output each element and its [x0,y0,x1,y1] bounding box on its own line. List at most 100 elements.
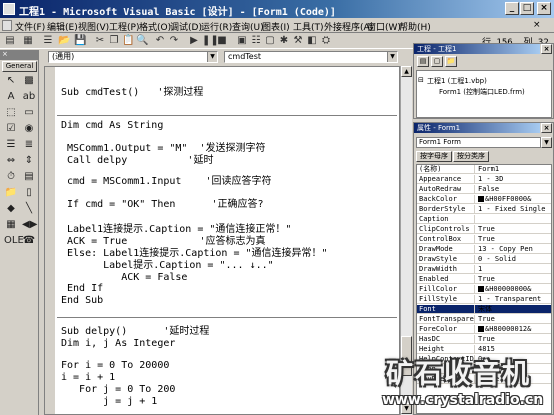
combobox-tool-icon[interactable]: ☰ [4,138,18,152]
drivelistbox-tool-icon[interactable]: ▤ [22,170,36,184]
property-value[interactable]: True [478,315,550,324]
property-row[interactable]: Appearance 1 - 3D [417,175,551,184]
menu-tools[interactable]: 工具(T) [293,20,324,33]
property-value[interactable]: &H00FF0000& [478,195,550,204]
optionbutton-tool-icon[interactable]: ◉ [22,122,36,136]
filelistbox-tool-icon[interactable]: ▯ [22,186,36,200]
tab-categorized[interactable]: 按分类序 [453,151,489,162]
cut-icon[interactable]: ✂ [94,35,106,47]
property-row[interactable]: DrawWidth 1 [417,265,551,274]
property-row[interactable]: FontTransparentTrue [417,315,551,324]
add-form-icon[interactable]: ▦ [22,35,34,47]
chevron-down-icon[interactable]: ▼ [387,52,397,62]
listbox-tool-icon[interactable]: ≣ [22,138,36,152]
vscrollbar-tool-icon[interactable]: ⇕ [22,154,36,168]
property-value[interactable]: Form1 [478,165,550,174]
save-icon[interactable]: 💾 [74,35,86,47]
menu-view[interactable]: 视图(V) [78,20,109,33]
picturebox-tool-icon[interactable]: ▩ [22,74,36,88]
property-row[interactable]: HasDC True [417,335,551,344]
menu-query[interactable]: 查询(U) [232,20,264,33]
property-value[interactable]: 1 - Fixed Single [478,205,550,214]
scroll-up-icon[interactable]: ▲ [401,66,412,77]
object-selector[interactable]: Form1 Form [416,137,541,148]
menu-run[interactable]: 运行(R) [201,20,232,33]
close-icon[interactable]: × [541,123,552,133]
toggle-folders-icon[interactable]: 📁 [445,56,457,67]
chevron-down-icon[interactable]: ▼ [207,52,217,62]
menu-diagram[interactable]: 图表(I) [262,20,290,33]
tree-collapse-icon[interactable]: ⊟ [418,76,424,84]
property-value[interactable]: True [478,275,550,284]
view-code-icon[interactable]: ▤ [417,56,429,67]
break-icon[interactable]: ❚❚ [202,35,219,47]
menu-editor-icon[interactable]: ☰ [42,35,54,47]
frame-tool-icon[interactable]: ⬚ [4,106,18,120]
toolbox-icon[interactable]: ⚒ [292,35,304,47]
property-row[interactable]: DrawStyle 0 - Solid [417,255,551,264]
menu-format[interactable]: 格式(O) [139,20,171,33]
property-row[interactable]: DrawMode 13 - Copy Pen [417,245,551,254]
textbox-tool-icon[interactable]: ab [22,90,36,104]
object-browser-icon[interactable]: ✱ [278,35,290,47]
object-combo[interactable]: (通用) ▼ [48,51,218,63]
code-editor[interactable]: Sub cmdTest() '探测过程 Dim cmd As String MSC… [44,66,400,415]
line-tool-icon[interactable]: ╲ [22,202,36,216]
view-object-icon[interactable]: ▢ [431,56,443,67]
property-value[interactable]: 1 [478,265,550,274]
minimize-button[interactable]: _ [505,2,519,15]
property-row[interactable]: Enabled True [417,275,551,284]
property-row[interactable]: BorderStyle 1 - Fixed Single [417,205,551,214]
stop-icon[interactable]: ■ [216,35,228,47]
add-project-icon[interactable]: ▤ [4,35,16,47]
property-row[interactable]: AutoRedraw False [417,185,551,194]
dirlistbox-tool-icon[interactable]: 📁 [4,186,18,200]
image-tool-icon[interactable]: ▦ [4,218,18,232]
property-row[interactable]: ForeColor &H80000012& [417,325,551,334]
property-row[interactable]: Caption [417,215,551,224]
property-row[interactable]: BackColor &H00FF0000& [417,195,551,204]
property-row[interactable]: FillColor &H00000000& [417,285,551,294]
property-value[interactable]: 13 - Copy Pen [478,245,550,254]
property-value[interactable]: True [478,225,550,234]
property-row[interactable]: (名称) Form1 [417,165,551,174]
property-value[interactable]: False [478,185,550,194]
procedure-combo[interactable]: cmdTest ▼ [224,51,398,63]
menu-window[interactable]: 窗口(W) [367,20,401,33]
menu-addins[interactable]: 外接程序(A) [324,20,373,33]
property-value[interactable]: 1 - 3D [478,175,550,184]
property-row[interactable]: ClipControls True [417,225,551,234]
menu-edit[interactable]: 编辑(E) [47,20,78,33]
tab-alphabetic[interactable]: 按字母序 [416,151,452,162]
paste-icon[interactable]: 📋 [122,35,134,47]
property-value[interactable]: &H80000012& [478,325,550,334]
menu-close-icon[interactable]: × [533,20,541,30]
form-icon[interactable] [2,20,12,31]
property-value[interactable]: 宋体 [478,305,550,314]
maximize-button[interactable]: □ [520,2,534,15]
property-value[interactable]: &H00000000& [478,285,550,294]
menu-debug[interactable]: 调试(D) [170,20,202,33]
close-button[interactable]: × [537,2,551,15]
run-icon[interactable]: ▶ [188,35,200,47]
close-icon[interactable]: × [541,44,552,54]
property-value[interactable]: True [478,335,550,344]
property-value[interactable]: 1 - Transparent [478,295,550,304]
data-view-icon[interactable]: ◧ [306,35,318,47]
component-manager-icon[interactable]: ⛭ [320,35,332,47]
find-icon[interactable]: 🔍 [136,35,148,47]
hscrollbar-tool-icon[interactable]: ⇔ [4,154,18,168]
shape-tool-icon[interactable]: ◆ [4,202,18,216]
property-value[interactable]: True [478,235,550,244]
undo-icon[interactable]: ↶ [154,35,166,47]
property-row[interactable]: FillStyle 1 - Transparent [417,295,551,304]
property-value[interactable]: 0 - Solid [478,255,550,264]
menu-help[interactable]: 帮助(H) [399,20,431,33]
label-tool-icon[interactable]: A [4,90,18,104]
project-explorer-icon[interactable]: ▣ [236,35,248,47]
property-row[interactable]: Font 宋体 [417,305,551,314]
copy-icon[interactable]: ❐ [108,35,120,47]
properties-window-icon[interactable]: ☷ [250,35,262,47]
tree-item-form[interactable]: Form1 (控制端口LED.frm) [439,87,525,97]
commandbutton-tool-icon[interactable]: ▭ [22,106,36,120]
